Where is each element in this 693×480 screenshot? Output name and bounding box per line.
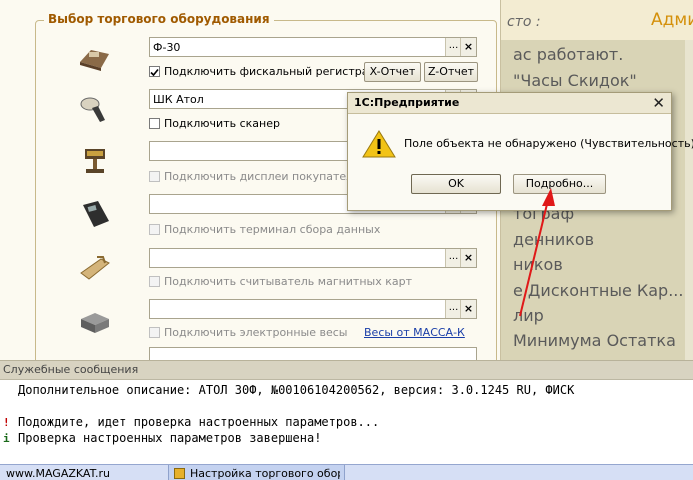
- message-line: Дополнительное описание: АТОЛ 30Ф, №0010…: [18, 383, 575, 397]
- fiscal-checkbox-label: Подключить фискальный регистратор: [164, 65, 389, 78]
- list-item[interactable]: ников: [513, 255, 563, 274]
- message-line: Подождите, идет проверка настроенных пар…: [18, 415, 380, 429]
- dialog-title-bar[interactable]: 1С:Предприятие ✕: [348, 93, 671, 114]
- terminal-checkbox[interactable]: [149, 224, 160, 235]
- message-line: Проверка настроенных параметров завершен…: [18, 431, 322, 445]
- exclamation-icon: !: [3, 416, 10, 429]
- scales-icon: [81, 313, 109, 333]
- message-dialog: 1С:Предприятие ✕ Поле объекта не обнаруж…: [347, 92, 693, 211]
- scanner-checkbox[interactable]: [149, 118, 160, 129]
- scales-massa-k-link[interactable]: Весы от МАССА-К: [364, 326, 465, 339]
- background-header: сто : Адми: [495, 0, 693, 40]
- list-item[interactable]: ас работают.: [513, 45, 623, 64]
- scales-clear-button[interactable]: ×: [460, 300, 476, 318]
- dialog-message: Поле объекта не обнаружено (Чувствительн…: [404, 137, 693, 150]
- list-item[interactable]: е Дисконтные Кар...: [513, 281, 683, 300]
- card-reader-select-button[interactable]: ...: [445, 249, 461, 267]
- background-header-left: сто :: [507, 14, 541, 30]
- customer-display-icon: [85, 149, 105, 173]
- service-messages-title: Служебные сообщения: [3, 363, 139, 376]
- details-button[interactable]: Подробно...: [513, 174, 606, 194]
- terminal-checkbox-label: Подключить терминал сбора данных: [164, 223, 381, 236]
- scales-checkbox-label: Подключить электронные весы: [164, 326, 348, 339]
- service-messages-title-bar: Служебные сообщения: [0, 361, 693, 380]
- fiscal-device-value: Ф-30: [153, 41, 181, 54]
- ok-button[interactable]: OK: [411, 174, 501, 194]
- fiscal-select-button[interactable]: ...: [445, 38, 461, 56]
- fiscal-checkbox[interactable]: [149, 66, 160, 77]
- fiscal-device-field[interactable]: Ф-30 ... ×: [149, 37, 477, 57]
- scales-device-field[interactable]: ... ×: [149, 299, 477, 319]
- scanner-checkbox-label: Подключить сканер: [164, 117, 280, 130]
- taskbar: www.MAGAZKAT.ru Настройка торгового обор…: [0, 464, 693, 480]
- list-item[interactable]: лир: [513, 306, 544, 325]
- dialog-title: 1С:Предприятие: [354, 96, 460, 109]
- card-reader-checkbox[interactable]: [149, 276, 160, 287]
- group-title: Выбор торгового оборудования: [44, 12, 274, 26]
- background-header-right: Адми: [651, 10, 693, 30]
- list-item[interactable]: Минимума Остатка: [513, 331, 676, 350]
- z-report-button[interactable]: Z-Отчет: [424, 62, 478, 82]
- display-checkbox[interactable]: [149, 171, 160, 182]
- background-scrollbar[interactable]: [685, 40, 693, 360]
- data-terminal-icon: [83, 201, 109, 227]
- scales-checkbox[interactable]: [149, 327, 160, 338]
- info-icon: i: [3, 432, 10, 445]
- barcode-scanner-icon: [80, 97, 105, 122]
- card-reader-field[interactable]: ... ×: [149, 248, 477, 268]
- x-report-button[interactable]: X-Отчет: [364, 62, 421, 82]
- card-reader-clear-button[interactable]: ×: [460, 249, 476, 267]
- display-checkbox-label: Подключить дисплеи покупателя: [164, 170, 360, 183]
- fiscal-printer-icon: [80, 50, 109, 71]
- scanner-device-value: ШК Атол: [153, 93, 204, 106]
- card-reader-icon: [80, 256, 110, 280]
- list-item[interactable]: "Часы Скидок": [513, 71, 637, 90]
- warning-icon: [362, 130, 396, 158]
- close-icon[interactable]: ✕: [652, 94, 665, 112]
- check-icon: [150, 68, 159, 77]
- taskbar-item-magazkat[interactable]: www.MAGAZKAT.ru: [2, 467, 166, 480]
- service-messages-panel: Служебные сообщения Дополнительное описа…: [0, 360, 693, 465]
- card-reader-checkbox-label: Подключить считыватель магнитных карт: [164, 275, 412, 288]
- list-item[interactable]: денников: [513, 230, 594, 249]
- taskbar-item-settings[interactable]: Настройка торгового обору...: [190, 467, 340, 480]
- scales-select-button[interactable]: ...: [445, 300, 461, 318]
- fiscal-clear-button[interactable]: ×: [460, 38, 476, 56]
- next-device-field[interactable]: [149, 347, 477, 360]
- 1c-app-icon: [174, 468, 185, 479]
